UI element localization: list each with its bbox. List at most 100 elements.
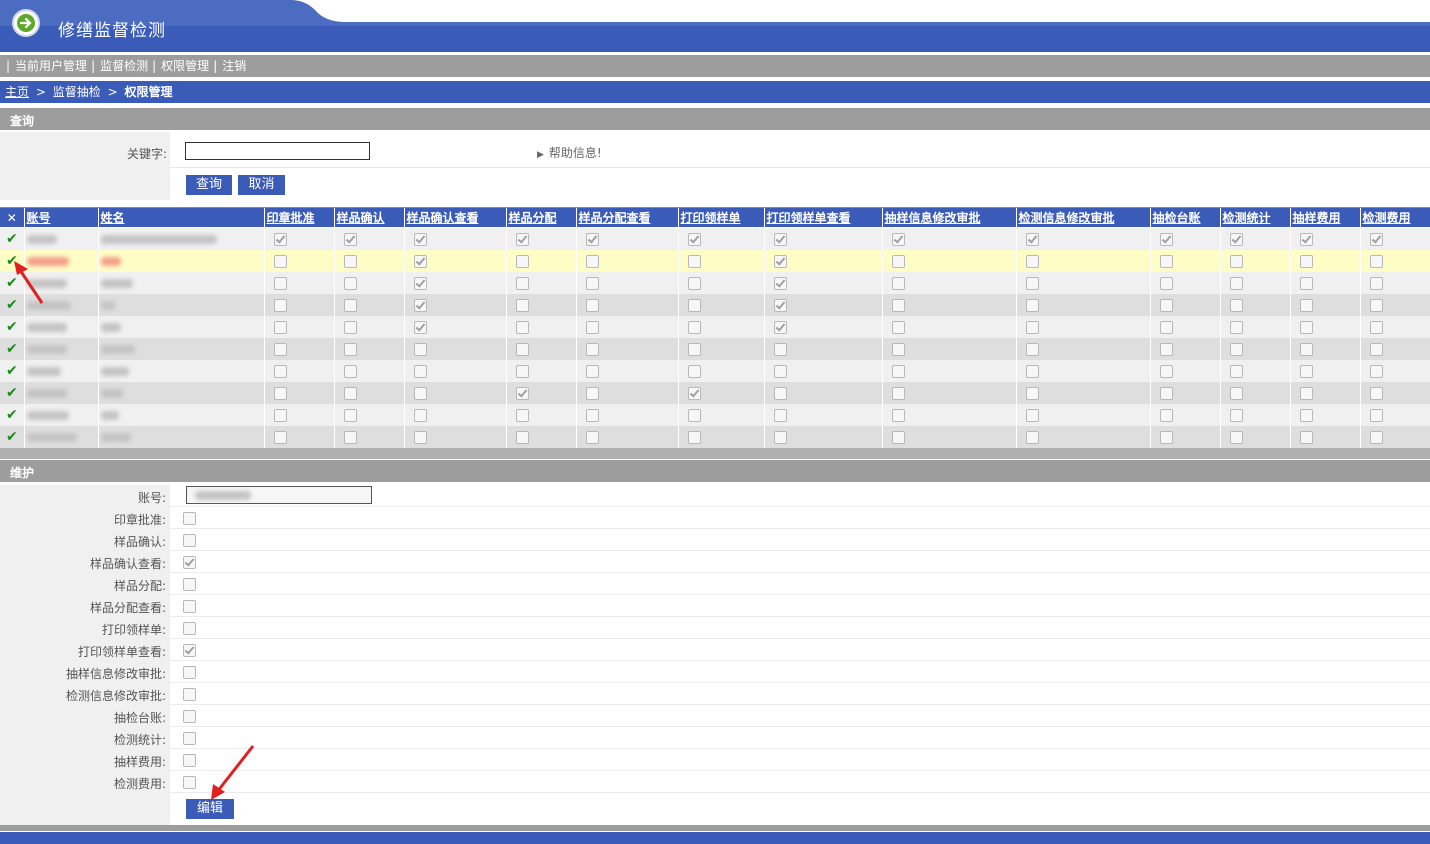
permission-checkbox[interactable]: [1025, 431, 1039, 444]
edit-button[interactable]: 编辑: [186, 799, 234, 819]
table-row[interactable]: ✔: [0, 250, 1430, 272]
permission-checkbox[interactable]: [585, 409, 599, 422]
permission-checkbox[interactable]: [1229, 409, 1243, 422]
table-row[interactable]: ✔: [0, 316, 1430, 338]
permission-checkbox[interactable]: [515, 321, 529, 334]
permission-checkbox[interactable]: [1159, 255, 1173, 268]
permission-checkbox[interactable]: [1299, 321, 1313, 334]
permission-checkbox[interactable]: [515, 431, 529, 444]
permission-checkbox[interactable]: [687, 343, 701, 356]
table-row[interactable]: ✔: [0, 294, 1430, 316]
permission-checkbox[interactable]: [1025, 343, 1039, 356]
permission-checkbox[interactable]: [413, 365, 427, 378]
permission-checkbox[interactable]: [1229, 277, 1243, 290]
account-field[interactable]: [186, 486, 372, 504]
permission-checkbox[interactable]: [773, 299, 787, 312]
permission-checkbox[interactable]: [891, 255, 905, 268]
permission-checkbox[interactable]: [515, 365, 529, 378]
permission-checkbox[interactable]: [515, 233, 529, 246]
permission-checkbox[interactable]: [1369, 409, 1383, 422]
table-row[interactable]: ✔: [0, 360, 1430, 382]
permission-checkbox[interactable]: [1229, 299, 1243, 312]
permission-checkbox[interactable]: [343, 321, 357, 334]
column-header[interactable]: 打印领样单: [678, 208, 765, 228]
permission-checkbox[interactable]: [891, 233, 905, 246]
permission-checkbox[interactable]: [183, 534, 196, 547]
permission-checkbox[interactable]: [1229, 233, 1243, 246]
table-row[interactable]: ✔: [0, 404, 1430, 426]
help-info-link[interactable]: ▶ 帮助信息!: [537, 144, 602, 161]
permission-checkbox[interactable]: [1025, 233, 1039, 246]
permission-checkbox[interactable]: [773, 365, 787, 378]
cancel-button[interactable]: 取消: [238, 175, 285, 195]
permission-checkbox[interactable]: [273, 387, 287, 400]
permission-checkbox[interactable]: [773, 233, 787, 246]
permission-checkbox[interactable]: [891, 277, 905, 290]
permission-checkbox[interactable]: [343, 365, 357, 378]
permission-checkbox[interactable]: [1025, 409, 1039, 422]
permission-checkbox[interactable]: [343, 387, 357, 400]
permission-checkbox[interactable]: [183, 732, 196, 745]
permission-checkbox[interactable]: [273, 277, 287, 290]
search-button[interactable]: 查询: [186, 175, 232, 195]
permission-checkbox[interactable]: [1369, 299, 1383, 312]
permission-checkbox[interactable]: [1025, 321, 1039, 334]
checkmark-icon[interactable]: ✔: [2, 231, 18, 247]
permission-checkbox[interactable]: [687, 277, 701, 290]
permission-checkbox[interactable]: [585, 321, 599, 334]
permission-checkbox[interactable]: [515, 277, 529, 290]
permission-checkbox[interactable]: [273, 233, 287, 246]
column-header[interactable]: 检测费用: [1360, 208, 1430, 228]
permission-checkbox[interactable]: [687, 233, 701, 246]
permission-checkbox[interactable]: [773, 321, 787, 334]
select-row-cell[interactable]: ✔: [0, 227, 25, 250]
permission-checkbox[interactable]: [585, 387, 599, 400]
permission-checkbox[interactable]: [891, 387, 905, 400]
select-row-cell[interactable]: ✔: [0, 426, 25, 448]
menu-item-user-management[interactable]: 当前用户管理: [10, 55, 91, 77]
permission-checkbox[interactable]: [1025, 255, 1039, 268]
column-header[interactable]: 样品确认查看: [404, 208, 507, 228]
permission-checkbox[interactable]: [585, 255, 599, 268]
column-header[interactable]: 样品分配查看: [576, 208, 679, 228]
permission-checkbox[interactable]: [773, 409, 787, 422]
permission-checkbox[interactable]: [273, 299, 287, 312]
permission-checkbox[interactable]: [413, 255, 427, 268]
permission-checkbox[interactable]: [273, 365, 287, 378]
permission-checkbox[interactable]: [891, 299, 905, 312]
permission-checkbox[interactable]: [515, 343, 529, 356]
permission-checkbox[interactable]: [273, 409, 287, 422]
permission-checkbox[interactable]: [1299, 233, 1313, 246]
table-row[interactable]: ✔: [0, 382, 1430, 404]
column-header[interactable]: 印章批准: [264, 208, 335, 228]
permission-checkbox[interactable]: [1299, 343, 1313, 356]
column-header[interactable]: 打印领样单查看: [764, 208, 883, 228]
permission-checkbox[interactable]: [1159, 409, 1173, 422]
permission-checkbox[interactable]: [183, 600, 196, 613]
permission-checkbox[interactable]: [773, 277, 787, 290]
permission-checkbox[interactable]: [1159, 387, 1173, 400]
permission-checkbox[interactable]: [1299, 255, 1313, 268]
column-header[interactable]: 样品分配: [506, 208, 577, 228]
permission-checkbox[interactable]: [183, 754, 196, 767]
permission-checkbox[interactable]: [891, 365, 905, 378]
permission-checkbox[interactable]: [891, 343, 905, 356]
permission-checkbox[interactable]: [1025, 387, 1039, 400]
permission-checkbox[interactable]: [183, 688, 196, 701]
permission-checkbox[interactable]: [1369, 431, 1383, 444]
select-row-cell[interactable]: ✔: [0, 382, 25, 404]
permission-checkbox[interactable]: [1369, 255, 1383, 268]
menu-item-permissions[interactable]: 权限管理: [156, 55, 213, 77]
permission-checkbox[interactable]: [515, 387, 529, 400]
permission-checkbox[interactable]: [585, 299, 599, 312]
permission-checkbox[interactable]: [1299, 365, 1313, 378]
permission-checkbox[interactable]: [343, 343, 357, 356]
permission-checkbox[interactable]: [687, 409, 701, 422]
permission-checkbox[interactable]: [1159, 299, 1173, 312]
permission-checkbox[interactable]: [413, 343, 427, 356]
permission-checkbox[interactable]: [273, 255, 287, 268]
select-row-cell[interactable]: ✔: [0, 360, 25, 382]
permission-checkbox[interactable]: [183, 512, 196, 525]
permission-checkbox[interactable]: [1299, 299, 1313, 312]
menu-item-logout[interactable]: 注销: [217, 55, 250, 77]
